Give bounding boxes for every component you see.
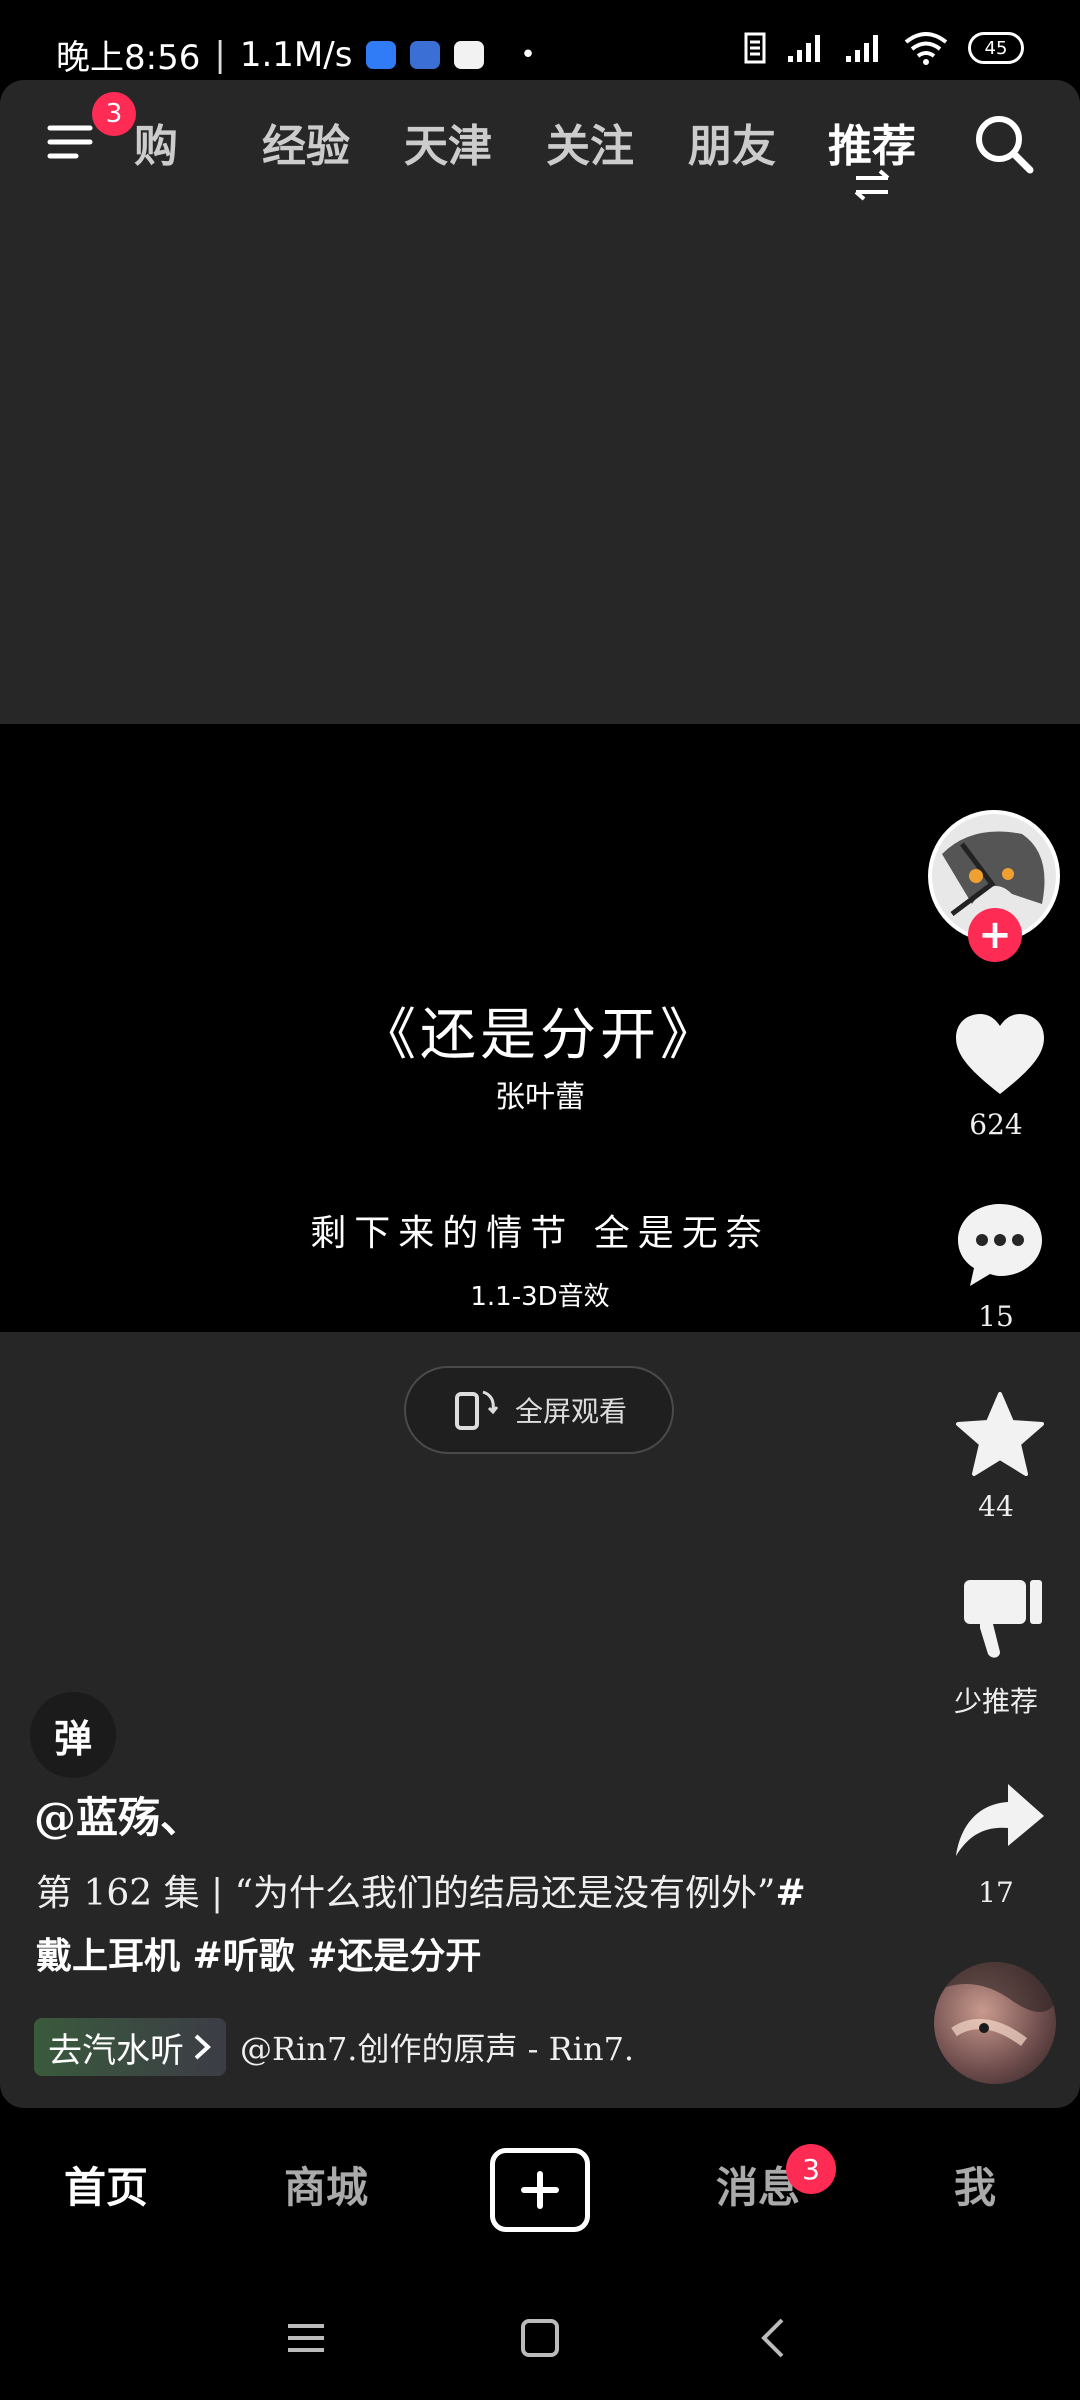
status-network-speed: 1.1M/s: [239, 34, 353, 75]
nav-mall[interactable]: 商城: [284, 2154, 368, 2215]
menu-badge: 3: [92, 92, 136, 136]
app-notification-icon: [410, 40, 441, 69]
danmaku-toggle[interactable]: 弹: [30, 1692, 116, 1778]
signal-icon: [846, 35, 878, 62]
heart-icon[interactable]: [952, 1010, 1048, 1100]
more-notifications-icon: •: [520, 39, 536, 70]
signal-icon: [788, 35, 820, 62]
description-text: 第 162 集 | “为什么我们的结局还是没有例外”: [36, 1873, 776, 1914]
audio-effect-label: 1.1-3D音效: [470, 1282, 610, 1312]
post-description[interactable]: 第 162 集 | “为什么我们的结局还是没有例外”#戴上耳机 #听歌 #还是分…: [36, 1862, 836, 1988]
nav-home[interactable]: 首页: [64, 2154, 148, 2215]
system-navigation-bar: [0, 2272, 1080, 2400]
tab-experience[interactable]: 经验: [262, 110, 350, 174]
status-bar: 晚上8:56 | 1.1M/s • 45: [0, 0, 1080, 80]
tab-friends[interactable]: 朋友: [688, 110, 776, 174]
bottom-nav: 首页 商城 消息 3 我: [0, 2108, 1080, 2272]
follow-button[interactable]: +: [968, 908, 1022, 962]
lyric-line: 剩下来的情节 全是无奈: [310, 1213, 770, 1254]
create-button[interactable]: [490, 2148, 590, 2232]
tab-tianjin[interactable]: 天津: [404, 110, 492, 174]
rotate-phone-icon: [454, 1390, 499, 1430]
fullscreen-button[interactable]: 全屏观看: [404, 1366, 674, 1454]
home-icon[interactable]: [518, 2316, 562, 2360]
qq-notification-icon: [454, 40, 485, 69]
wifi-icon: [904, 32, 948, 65]
chevron-right-icon: [194, 2034, 211, 2060]
top-nav: 3 购 经验 天津 关注 朋友 推荐: [0, 90, 1080, 201]
music-disc[interactable]: [934, 1962, 1056, 2084]
search-icon[interactable]: [972, 112, 1036, 176]
music-chip-label: 去汽水听: [48, 2030, 184, 2071]
messages-badge: 3: [786, 2144, 836, 2194]
tab-following[interactable]: 关注: [546, 110, 634, 174]
comment-icon[interactable]: [952, 1200, 1048, 1290]
recents-icon[interactable]: [284, 2316, 328, 2360]
plus-icon: [521, 2171, 559, 2209]
fullscreen-label: 全屏观看: [514, 1395, 627, 1428]
status-separator: |: [214, 34, 226, 75]
music-cover-image: [934, 1962, 1056, 2047]
song-title: 《还是分开》: [360, 1003, 720, 1068]
singer-name: 张叶蕾: [495, 1080, 585, 1115]
author-name[interactable]: @蓝殇、: [34, 1784, 202, 1845]
danmaku-label: 弹: [53, 1716, 92, 1761]
battery-icon: 45: [968, 32, 1024, 64]
tab-recommend[interactable]: 推荐: [828, 110, 916, 174]
app-notification-icon: [366, 40, 397, 69]
share-count: 17: [978, 1876, 1014, 1909]
status-right: 45: [742, 30, 1024, 66]
back-icon[interactable]: [752, 2316, 796, 2360]
vibrate-icon: [744, 32, 766, 64]
open-in-qishui-button[interactable]: 去汽水听: [34, 2018, 226, 2076]
like-count: 624: [969, 1108, 1023, 1141]
favorite-count: 44: [978, 1490, 1014, 1523]
status-time: 晚上8:56: [56, 38, 201, 78]
share-icon[interactable]: [952, 1780, 1048, 1862]
status-left: 晚上8:56 | 1.1M/s •: [56, 30, 536, 79]
menu-icon[interactable]: [44, 114, 100, 170]
battery-level: 45: [984, 37, 1008, 59]
switch-feed-icon[interactable]: [852, 168, 892, 204]
thumbs-down-icon[interactable]: [952, 1576, 1048, 1662]
dislike-label: 少推荐: [953, 1685, 1038, 1718]
comment-count: 15: [978, 1300, 1014, 1333]
music-source[interactable]: @Rin7.创作的原声 - Rin7.: [240, 2024, 634, 2070]
nav-me[interactable]: 我: [954, 2154, 996, 2215]
tab-group-buy[interactable]: 购: [134, 110, 178, 174]
favorite-star-icon[interactable]: [952, 1390, 1048, 1482]
